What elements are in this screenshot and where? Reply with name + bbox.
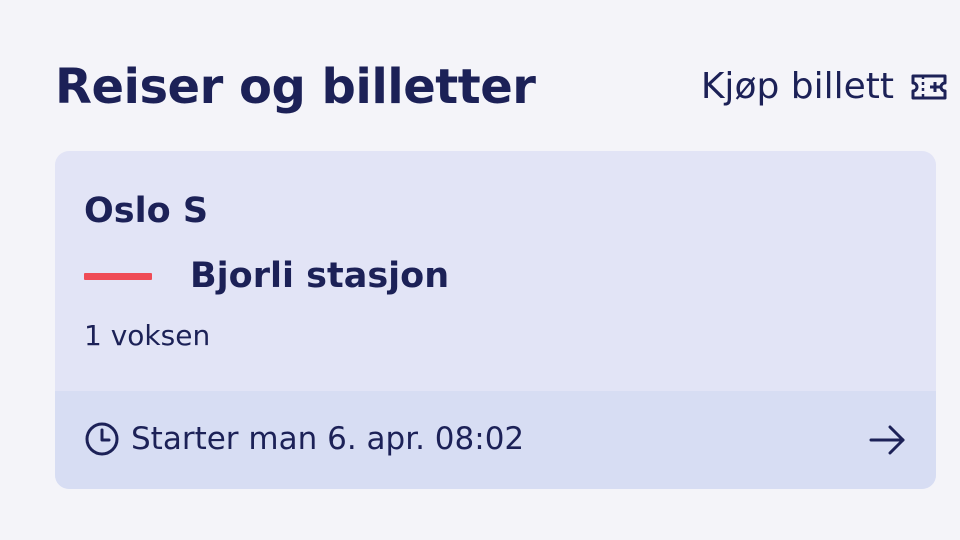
buy-ticket-button[interactable]: Kjøp billett — [701, 62, 948, 112]
from-station: Oslo S — [84, 191, 209, 231]
trip-details: Oslo S Bjorli stasjon 1 voksen — [55, 151, 936, 391]
route-line — [84, 273, 152, 280]
buy-ticket-label: Kjøp billett — [700, 66, 894, 107]
trip-start-time: Starter man 6. apr. 08:02 — [131, 421, 525, 457]
page-header: Reiser og billetter Kjøp billett — [55, 52, 950, 122]
passenger-count: 1 voksen — [84, 319, 211, 352]
trip-card-footer[interactable]: Starter man 6. apr. 08:02 — [55, 391, 936, 489]
trip-card[interactable]: Oslo S Bjorli stasjon 1 voksen Starter m… — [55, 151, 936, 489]
ticket-plus-icon — [911, 74, 947, 100]
to-station: Bjorli stasjon — [190, 256, 450, 296]
arrow-right-icon[interactable] — [868, 422, 908, 458]
page-title: Reiser og billetter — [55, 59, 536, 115]
clock-icon — [85, 422, 119, 456]
